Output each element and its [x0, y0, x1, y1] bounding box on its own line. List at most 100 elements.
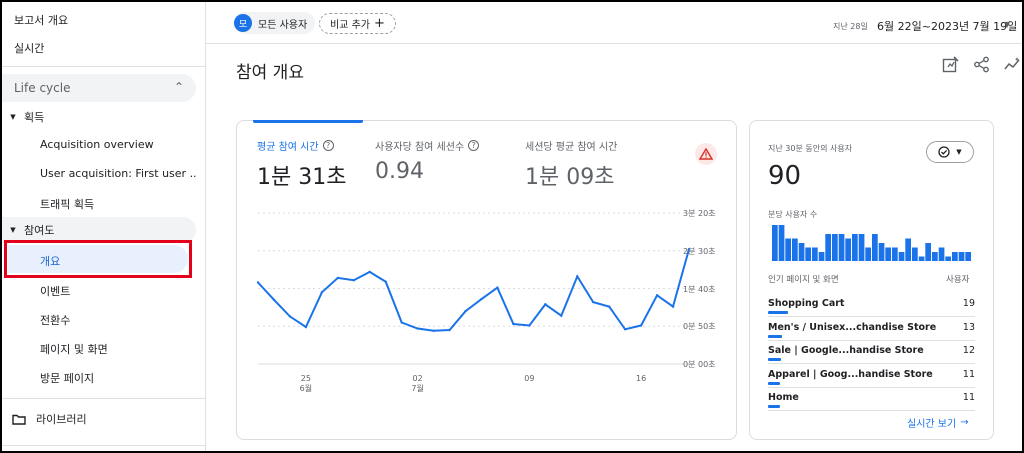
user-count: 11: [962, 392, 975, 403]
data-point: [448, 328, 451, 332]
realtime-users-value: 90: [768, 161, 802, 191]
caret-down-icon[interactable]: ▼: [1004, 20, 1010, 29]
per-minute-bar: [905, 238, 911, 261]
data-point: [512, 322, 515, 326]
y-tick-label: 3분 20초: [683, 209, 716, 218]
data-point: [336, 276, 340, 280]
metric-value: 1분 31초: [257, 165, 347, 190]
caret-down-icon: ▼: [10, 113, 16, 121]
date-range-picker[interactable]: 6월 22일~2023년 7월 19일: [877, 18, 1017, 34]
per-minute-bar: [798, 243, 805, 261]
per-minute-bar: [932, 252, 938, 261]
per-minute-bar: [958, 252, 965, 261]
data-point: [528, 324, 531, 327]
user-count: 12: [962, 345, 975, 356]
per-minute-bar: [925, 243, 931, 261]
sidebar-divider: [2, 398, 206, 399]
page-name: Home: [768, 392, 799, 403]
folder-icon: [12, 414, 26, 425]
add-comparison-label: 비교 추가: [330, 20, 370, 31]
data-point: [560, 314, 563, 317]
sidebar-divider: [2, 66, 206, 67]
table-row[interactable]: Sale | Google...handise Store 12: [768, 341, 975, 364]
data-point: [655, 294, 659, 297]
top-pages-header: 인기 페이지 및 화면: [768, 275, 839, 285]
per-minute-bar: [832, 234, 838, 261]
sidebar-item-user-acquisition[interactable]: User acquisition: First user ...: [40, 167, 196, 180]
page-name: Sale | Google...handise Store: [768, 345, 924, 356]
segment-label: 모든 사용자: [258, 19, 308, 31]
sidebar-item-traffic-acquisition[interactable]: 트래픽 획득: [40, 196, 196, 212]
y-tick-label: 0분 50초: [683, 322, 716, 332]
per-minute-bar: [918, 256, 925, 261]
data-point: [544, 303, 547, 306]
caret-down-icon: ▼: [956, 148, 962, 156]
share-icon[interactable]: [973, 56, 990, 73]
table-row[interactable]: Home 11: [768, 388, 975, 411]
help-icon[interactable]: ?: [468, 140, 480, 151]
per-minute-bar: [878, 243, 885, 261]
metric-sessions-per-user[interactable]: 사용자당 참여 세션수? 0.94: [375, 138, 480, 184]
engagement-chart-card: 평균 참여 시간? 1분 31초 사용자당 참여 세션수? 0.94 세션당 평…: [236, 120, 737, 440]
table-row[interactable]: Apparel | Goog...handise Store 11: [768, 365, 975, 388]
group-label: 참여도: [24, 224, 55, 237]
page-name: Apparel | Goog...handise Store: [768, 368, 933, 380]
sidebar-item-conversions[interactable]: 전환수: [40, 312, 196, 328]
data-point: [576, 275, 579, 278]
help-icon[interactable]: ?: [322, 140, 334, 151]
caret-down-icon: ▼: [10, 226, 16, 234]
x-tick-label: 25 6월: [299, 374, 313, 393]
sidebar-group-acquisition[interactable]: ▼ 획득: [2, 104, 196, 130]
y-tick-label: 1분 40초: [683, 284, 716, 294]
per-minute-bar: [945, 256, 951, 261]
sidebar-item-pages-screens[interactable]: 페이지 및 화면: [40, 341, 196, 357]
per-minute-bar: [892, 247, 898, 261]
group-label: 획득: [24, 111, 45, 124]
per-minute-bar: [852, 234, 858, 261]
customize-report-icon[interactable]: [942, 56, 959, 73]
sidebar-item-report-overview[interactable]: 보고서 개요: [14, 12, 68, 28]
add-comparison-button[interactable]: 비교 추가 +: [319, 13, 396, 34]
per-minute-bar: [838, 234, 845, 261]
per-minute-bar: [818, 252, 825, 261]
y-tick-label: 2분 30초: [683, 246, 716, 256]
data-point: [623, 328, 627, 331]
sidebar-item-library[interactable]: 라이브러리: [12, 411, 87, 427]
table-row[interactable]: Men's / Unisex...chandise Store 13: [768, 318, 975, 341]
sidebar-divider: [2, 445, 206, 446]
sidebar-item-realtime[interactable]: 실시간: [14, 40, 44, 56]
data-point: [432, 329, 435, 332]
realtime-title: 지난 30분 동안의 사용자: [768, 144, 853, 153]
user-count: 13: [962, 321, 975, 333]
view-realtime-link[interactable]: 실시간 보기 →: [907, 415, 969, 430]
proportion-bar: [768, 311, 788, 314]
per-minute-bar: [938, 247, 945, 261]
per-minute-bar: [812, 247, 818, 261]
per-minute-bar: [965, 252, 971, 261]
active-tab-indicator: [253, 120, 363, 123]
sidebar-item-events[interactable]: 이벤트: [40, 283, 196, 299]
per-minute-bar: [772, 225, 778, 261]
per-minute-bar-chart: [772, 225, 971, 261]
proportion-bar: [768, 334, 782, 338]
segment-chip[interactable]: 모 모든 사용자: [234, 12, 316, 34]
lifecycle-label: Life cycle: [14, 81, 71, 95]
data-point: [592, 300, 595, 304]
sidebar-item-acquisition-overview[interactable]: Acquisition overview: [40, 138, 196, 151]
realtime-filter-button[interactable]: ▼: [926, 141, 974, 163]
metric-avg-engagement-time[interactable]: 평균 참여 시간? 1분 31초: [257, 138, 346, 191]
warning-icon[interactable]: [695, 143, 717, 165]
per-minute-bar: [778, 225, 785, 261]
insights-icon[interactable]: [1004, 56, 1021, 73]
table-row[interactable]: Shopping Cart 19: [768, 294, 975, 317]
metric-time-per-session[interactable]: 세션당 평균 참여 시간 1분 09초: [525, 138, 617, 191]
line-chart: [256, 212, 691, 365]
chevron-up-icon: ⌃: [173, 80, 184, 94]
date-range-preset: 지난 28일: [833, 22, 868, 31]
metric-label: 세션당 평균 참여 시간: [525, 142, 618, 153]
sidebar-item-landing-page[interactable]: 방문 페이지: [40, 370, 196, 386]
data-point: [400, 321, 403, 324]
data-point: [352, 278, 355, 282]
top-bar: 모 모든 사용자 비교 추가 + 지난 28일 6월 22일~2023년 7월 …: [206, 2, 1022, 44]
sidebar-section-lifecycle[interactable]: Life cycle ⌃: [2, 74, 196, 102]
